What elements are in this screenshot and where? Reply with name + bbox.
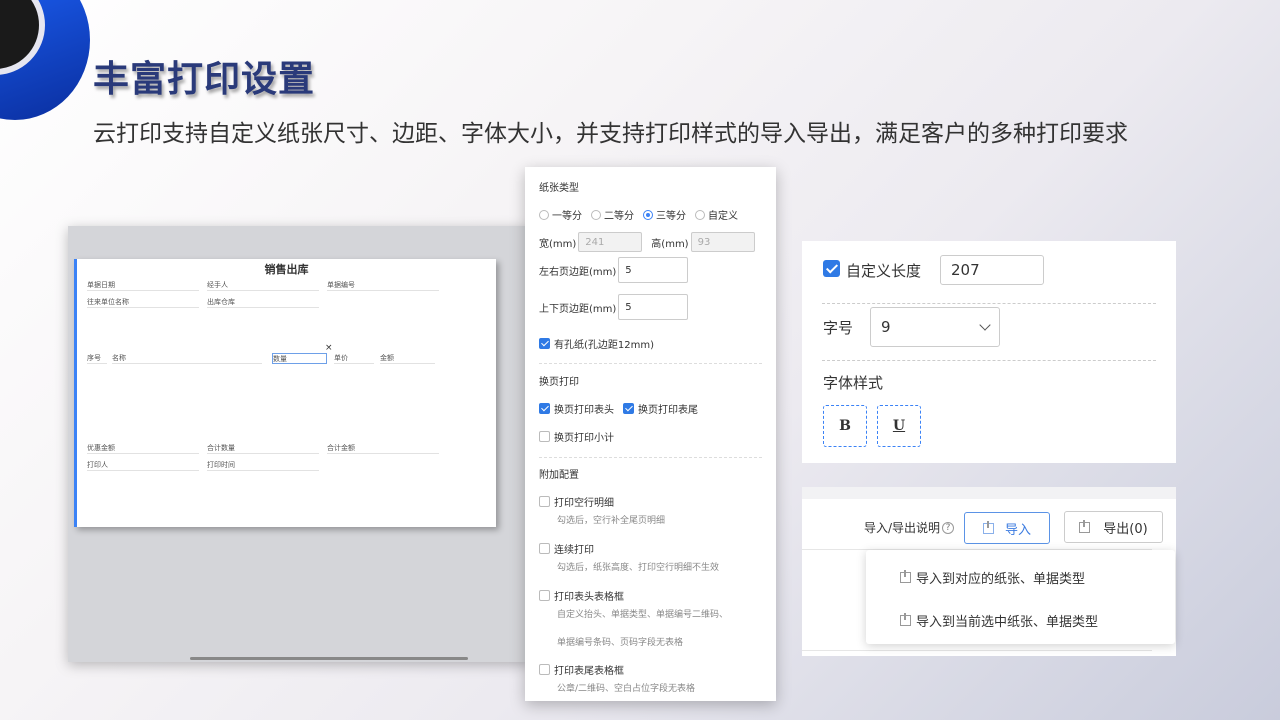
- font-size-value: 9: [881, 318, 891, 336]
- header-grid-hint-2: 单据编号条码、页码字段无表格: [557, 638, 684, 648]
- field-printer[interactable]: 打印人: [87, 460, 199, 471]
- field-partner[interactable]: 往来单位名称: [87, 297, 199, 308]
- export-button[interactable]: 导出(0): [1064, 511, 1163, 543]
- help-icon: ?: [942, 521, 955, 534]
- font-size-select[interactable]: 9: [870, 307, 1000, 347]
- import-export-panel: 导入/导出说明 ? 导入 导出(0) 导入到对应的纸张、单据类型 导入到当前选中…: [802, 487, 1176, 656]
- radio-2-label: 二等分: [604, 211, 634, 222]
- height-input[interactable]: 93: [690, 232, 755, 252]
- header-grid-label: 打印表头表格框: [554, 592, 624, 603]
- col-qty[interactable]: 数量: [272, 353, 327, 364]
- header-grid-hint-1: 自定义抬头、单据类型、单据编号二维码、: [557, 610, 729, 620]
- preview-sheet: 销售出库 单据日期 经手人 单据编号 往来单位名称 出库仓库 序号 名称 数量 …: [74, 259, 496, 527]
- radio-3-label: 三等分: [656, 211, 686, 222]
- radio-1[interactable]: [539, 209, 549, 220]
- empty-rows-label: 打印空行明细: [554, 498, 614, 509]
- field-discount[interactable]: 优惠金额: [87, 443, 199, 454]
- hole-paper-checkbox[interactable]: [539, 338, 550, 349]
- print-settings-panel: 纸张类型 一等分 二等分 三等分 自定义 宽(mm) 241 高(mm) 93 …: [525, 167, 776, 701]
- col-price[interactable]: 单价: [334, 353, 374, 364]
- menu-item-import-matching[interactable]: 导入到对应的纸张、单据类型: [900, 568, 1085, 587]
- continuous-hint: 勾选后，纸张高度、打印空行明细不生效: [557, 563, 720, 573]
- footer-grid-checkbox[interactable]: [539, 664, 550, 675]
- custom-length-label: 自定义长度: [846, 262, 922, 280]
- field-print-time[interactable]: 打印时间: [207, 460, 319, 471]
- tb-margin-input[interactable]: 5: [618, 294, 689, 320]
- menu-item-label: 导入到当前选中纸张、单据类型: [916, 615, 1099, 630]
- footer-grid-hint: 公章/二维码、空白占位字段无表格: [557, 684, 696, 694]
- slide-title: 丰富打印设置: [93, 59, 316, 100]
- import-button[interactable]: 导入: [964, 512, 1050, 544]
- sheet-title: 销售出库: [264, 263, 309, 276]
- import-export-help[interactable]: 导入/导出说明 ?: [864, 519, 955, 536]
- paper-type-radios: 一等分 二等分 三等分 自定义: [539, 207, 738, 222]
- radio-1-label: 一等分: [552, 211, 582, 222]
- pb-footer-checkbox[interactable]: [623, 403, 634, 414]
- page-break-label: 换页打印: [539, 377, 579, 388]
- tb-margin-label: 上下页边距(mm): [539, 303, 617, 315]
- pb-subtotal-checkbox[interactable]: [539, 431, 550, 442]
- paper-type-label: 纸张类型: [539, 183, 579, 194]
- chevron-down-icon: [979, 319, 991, 331]
- custom-length-checkbox[interactable]: [823, 260, 840, 277]
- pb-footer-label: 换页打印表尾: [638, 405, 698, 416]
- bold-button[interactable]: B: [823, 405, 867, 447]
- font-size-label: 字号: [823, 319, 854, 337]
- pb-header-label: 换页打印表头: [554, 405, 614, 416]
- hole-paper-label: 有孔纸(孔边距12mm): [554, 340, 655, 351]
- radio-4[interactable]: [695, 209, 705, 220]
- field-warehouse[interactable]: 出库仓库: [207, 297, 319, 308]
- export-label: 导出(0): [1103, 521, 1148, 537]
- import-icon: [900, 613, 911, 626]
- radio-2[interactable]: [591, 209, 601, 220]
- lr-margin-input[interactable]: 5: [618, 257, 689, 283]
- empty-rows-hint: 勾选后，空行补全尾页明细: [557, 516, 666, 526]
- import-dropdown: 导入到对应的纸张、单据类型 导入到当前选中纸张、单据类型: [866, 550, 1175, 644]
- import-icon: [982, 520, 994, 534]
- continuous-label: 连续打印: [554, 545, 594, 556]
- print-preview: 销售出库 单据日期 经手人 单据编号 往来单位名称 出库仓库 序号 名称 数量 …: [68, 226, 530, 662]
- field-docno[interactable]: 单据编号: [327, 280, 439, 291]
- font-style-label: 字体样式: [823, 374, 884, 392]
- field-total-amount[interactable]: 合计金额: [327, 443, 439, 454]
- slide-subtitle: 云打印支持自定义纸张尺寸、边距、字体大小，并支持打印样式的导入导出，满足客户的多…: [93, 121, 1128, 147]
- horizontal-scrollbar[interactable]: [190, 657, 468, 660]
- menu-item-label: 导入到对应的纸张、单据类型: [916, 572, 1086, 587]
- col-name[interactable]: 名称: [112, 353, 262, 364]
- empty-rows-checkbox[interactable]: [539, 496, 550, 507]
- pb-subtotal-label: 换页打印小计: [554, 433, 614, 444]
- import-label: 导入: [1004, 522, 1031, 538]
- width-input[interactable]: 241: [578, 232, 643, 252]
- field-total-qty[interactable]: 合计数量: [207, 443, 319, 454]
- custom-length-input[interactable]: 207: [940, 255, 1044, 285]
- footer-grid-label: 打印表尾表格框: [554, 666, 624, 677]
- close-icon[interactable]: ×: [325, 343, 333, 353]
- height-label: 高(mm): [651, 238, 689, 250]
- help-text: 导入/导出说明: [864, 521, 941, 535]
- menu-item-import-current[interactable]: 导入到当前选中纸张、单据类型: [900, 611, 1098, 630]
- continuous-checkbox[interactable]: [539, 543, 550, 554]
- col-index[interactable]: 序号: [87, 353, 107, 364]
- header-grid-checkbox[interactable]: [539, 590, 550, 601]
- font-settings-panel: 自定义长度 207 字号 9 字体样式 B U: [802, 241, 1176, 463]
- underline-button[interactable]: U: [877, 405, 921, 447]
- field-handler[interactable]: 经手人: [207, 280, 319, 291]
- pb-header-checkbox[interactable]: [539, 403, 550, 414]
- import-icon: [900, 570, 911, 583]
- export-icon: [1079, 519, 1091, 533]
- extra-config-label: 附加配置: [539, 470, 579, 481]
- col-amount[interactable]: 金额: [380, 353, 435, 364]
- width-label: 宽(mm): [539, 238, 577, 250]
- radio-4-label: 自定义: [708, 211, 738, 222]
- lr-margin-label: 左右页边距(mm): [539, 266, 617, 278]
- field-date[interactable]: 单据日期: [87, 280, 199, 291]
- radio-3[interactable]: [643, 209, 653, 220]
